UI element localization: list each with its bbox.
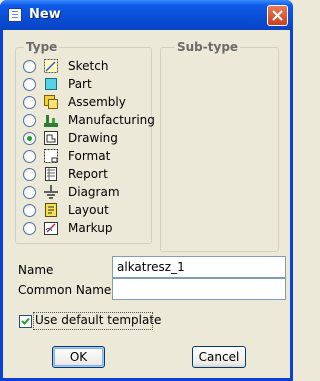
manufacturing-icon (44, 115, 58, 127)
radio-layout[interactable] (23, 204, 36, 217)
report-icon (45, 167, 57, 181)
close-icon (272, 10, 283, 21)
new-document-icon (8, 8, 22, 22)
diagram-icon (44, 185, 58, 199)
cancel-button[interactable]: Cancel (192, 346, 246, 368)
use-default-template-label: Use default template (35, 313, 162, 327)
markup-icon (44, 222, 58, 235)
label-markup: Markup (68, 221, 113, 235)
format-icon (44, 149, 58, 163)
radio-drawing[interactable] (23, 132, 36, 145)
radio-format[interactable] (23, 150, 36, 163)
ok-button[interactable]: OK (52, 346, 105, 368)
drawing-icon (44, 131, 58, 145)
radio-diagram[interactable] (23, 186, 36, 199)
name-input[interactable] (112, 256, 286, 278)
dialog-body: Type Sketch Part Assembly Manufacturing … (3, 30, 290, 378)
label-diagram: Diagram (68, 185, 120, 199)
label-format: Format (68, 149, 111, 163)
radio-sketch[interactable] (23, 60, 36, 73)
assembly-icon (44, 95, 58, 109)
label-report: Report (68, 167, 108, 181)
checkmark-icon (21, 317, 30, 325)
label-sketch: Sketch (68, 59, 109, 73)
type-legend: Type (24, 40, 60, 54)
label-part: Part (68, 77, 92, 91)
type-group: Type Sketch Part Assembly Manufacturing … (15, 40, 155, 244)
radio-manufacturing[interactable] (23, 114, 36, 127)
radio-assembly[interactable] (23, 96, 36, 109)
title-bar[interactable]: New (0, 0, 293, 30)
close-button[interactable] (267, 5, 288, 26)
label-drawing: Drawing (68, 131, 118, 145)
dialog-window: New Type Sketch Part Assembly Manufactur… (0, 0, 293, 381)
window-title: New (29, 7, 61, 22)
subtype-group: Sub-type (160, 40, 279, 252)
name-label: Name (18, 263, 54, 277)
radio-part[interactable] (23, 78, 36, 91)
part-icon (45, 78, 57, 90)
subtype-legend: Sub-type (175, 40, 241, 54)
radio-markup[interactable] (23, 222, 36, 235)
label-layout: Layout (68, 203, 109, 217)
layout-icon (45, 203, 57, 217)
common-name-label: Common Name (18, 283, 112, 297)
radio-report[interactable] (23, 168, 36, 181)
label-manufacturing: Manufacturing (68, 113, 155, 127)
common-name-input[interactable] (112, 278, 286, 300)
use-default-template-checkbox[interactable] (19, 315, 32, 328)
label-assembly: Assembly (68, 95, 126, 109)
sketch-icon (44, 59, 58, 73)
